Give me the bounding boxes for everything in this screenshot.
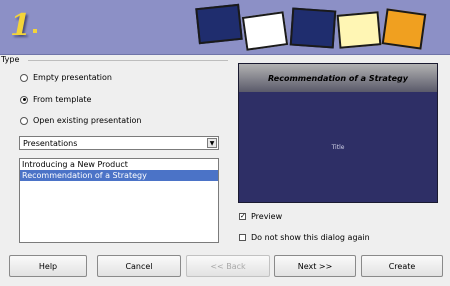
list-item[interactable]: Introducing a New Product <box>20 159 218 170</box>
preview-checkbox[interactable]: ✓ Preview <box>239 212 282 221</box>
bar-chart-thumbnail-icon <box>336 11 382 49</box>
radio-label-from-template: From template <box>33 95 92 104</box>
notes-thumbnail-icon <box>381 8 427 50</box>
group-divider <box>28 60 228 61</box>
slide-thumbnail-icon <box>195 3 243 45</box>
type-group-label: Type <box>1 55 20 64</box>
chart-thumbnail-icon <box>241 11 289 51</box>
radio-label-open-existing: Open existing presentation <box>33 116 142 125</box>
checkbox-checked-icon: ✓ <box>239 212 246 220</box>
step-number: 1 <box>10 8 37 43</box>
list-item-selected[interactable]: Recommendation of a Strategy <box>20 170 218 181</box>
chevron-down-icon[interactable]: ▼ <box>207 138 217 148</box>
radio-label-empty: Empty presentation <box>33 73 112 82</box>
no-dialog-checkbox[interactable]: Do not show this dialog again <box>239 233 370 242</box>
back-button[interactable]: << Back <box>186 255 270 277</box>
radio-open-existing[interactable]: Open existing presentation <box>20 116 142 125</box>
create-button[interactable]: Create <box>361 255 443 277</box>
template-preview: Recommendation of a Strategy Title <box>238 63 438 203</box>
preview-title: Recommendation of a Strategy <box>239 64 437 92</box>
template-listbox[interactable]: Introducing a New Product Recommendation… <box>19 158 219 243</box>
slide-thumbnail-icon <box>289 7 337 49</box>
select-value: Presentations <box>23 138 78 148</box>
next-button[interactable]: Next >> <box>274 255 356 277</box>
help-button[interactable]: Help <box>9 255 87 277</box>
no-dialog-checkbox-label: Do not show this dialog again <box>251 233 370 242</box>
cancel-button[interactable]: Cancel <box>97 255 181 277</box>
preview-subtitle: Title <box>331 144 345 151</box>
radio-empty-presentation[interactable]: Empty presentation <box>20 73 112 82</box>
checkbox-icon <box>239 234 246 241</box>
preview-checkbox-label: Preview <box>251 212 283 221</box>
radio-button-selected-icon <box>20 95 28 104</box>
wizard-banner: 1 <box>0 0 450 55</box>
radio-button-icon <box>20 73 28 82</box>
radio-button-icon <box>20 116 28 125</box>
template-category-select[interactable]: Presentations ▼ <box>19 136 219 150</box>
radio-from-template[interactable]: From template <box>20 95 91 104</box>
